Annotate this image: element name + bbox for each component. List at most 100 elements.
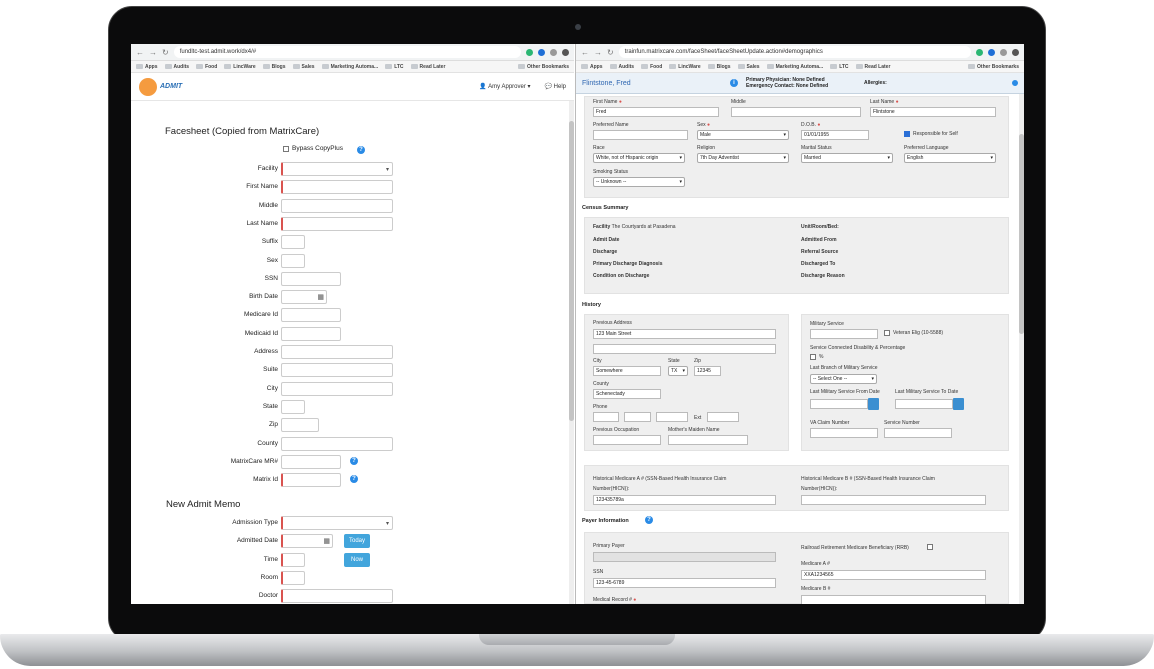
state-select[interactable]: TX bbox=[668, 366, 688, 376]
bookmark[interactable]: Blogs bbox=[262, 64, 286, 70]
right-address-bar[interactable]: trainfun.matrixcare.com/faceSheet/faceSh… bbox=[618, 46, 971, 58]
forward-icon[interactable]: → bbox=[594, 48, 602, 57]
middle-input[interactable] bbox=[731, 107, 861, 117]
ext-input[interactable] bbox=[707, 412, 739, 422]
help-icon[interactable]: ? bbox=[350, 475, 358, 484]
medicare-b-input[interactable] bbox=[801, 595, 986, 604]
field-input[interactable] bbox=[281, 589, 393, 604]
bookmark[interactable]: Sales bbox=[737, 64, 760, 70]
medicare-a-input[interactable]: XXA1234565 bbox=[801, 570, 986, 580]
patient-name[interactable]: Flintstone, Fred bbox=[582, 80, 722, 87]
bookmark[interactable]: LTC bbox=[385, 64, 404, 70]
to-date-input[interactable] bbox=[895, 399, 953, 409]
other-bookmarks[interactable]: Other Bookmarks bbox=[968, 64, 1019, 70]
last-branch-select[interactable]: -- Select One -- bbox=[810, 374, 877, 384]
city-input[interactable]: Somewhere bbox=[593, 366, 661, 376]
prev-address-2-input[interactable] bbox=[593, 344, 776, 354]
marital-select[interactable]: Married bbox=[801, 153, 893, 163]
bypass-checkbox[interactable] bbox=[283, 145, 289, 152]
field-input[interactable] bbox=[281, 381, 393, 396]
field-input[interactable]: ▦ bbox=[281, 290, 327, 305]
smoking-select[interactable]: -- Unknown -- bbox=[593, 177, 685, 187]
calendar-icon[interactable]: ▦ bbox=[323, 537, 330, 545]
profile-icon[interactable] bbox=[562, 48, 569, 56]
race-select[interactable]: White, not of Hispanic origin bbox=[593, 153, 685, 163]
bookmark[interactable]: Blogs bbox=[707, 64, 731, 70]
extension-icon[interactable] bbox=[538, 48, 545, 56]
field-input[interactable] bbox=[281, 326, 341, 341]
dob-input[interactable]: 01/01/1955 bbox=[801, 130, 869, 140]
profile-icon[interactable] bbox=[1012, 48, 1019, 56]
close-icon[interactable] bbox=[1012, 80, 1018, 86]
puzzle-icon[interactable] bbox=[1000, 48, 1007, 56]
field-input[interactable] bbox=[281, 570, 305, 585]
veteran-checkbox[interactable] bbox=[884, 330, 890, 336]
other-bookmarks[interactable]: Other Bookmarks bbox=[518, 64, 569, 70]
field-input[interactable] bbox=[281, 345, 393, 359]
extension-icon[interactable] bbox=[976, 48, 983, 56]
calendar-icon[interactable] bbox=[868, 398, 879, 410]
help-icon[interactable]: ? bbox=[350, 456, 358, 465]
left-address-bar[interactable]: fundltc-test.admit.work/dx4/# bbox=[173, 46, 521, 58]
field-input[interactable] bbox=[281, 418, 319, 433]
today-button[interactable]: Today bbox=[344, 534, 370, 549]
field-input[interactable] bbox=[281, 308, 341, 323]
calendar-icon[interactable] bbox=[953, 398, 964, 410]
phone-line-input[interactable] bbox=[656, 412, 688, 422]
last-name-input[interactable]: Flintstone bbox=[870, 107, 996, 117]
bookmark[interactable]: Food bbox=[196, 64, 217, 70]
calendar-icon[interactable]: ▦ bbox=[317, 293, 324, 301]
prev-occupation-input[interactable] bbox=[593, 435, 661, 445]
ssn-input[interactable]: 123-45-6789 bbox=[593, 578, 776, 588]
hicn-b-input[interactable] bbox=[801, 495, 986, 505]
va-claim-input[interactable] bbox=[810, 428, 878, 438]
left-scrollbar[interactable] bbox=[569, 101, 574, 604]
info-icon[interactable]: i bbox=[730, 79, 738, 87]
zip-input[interactable]: 12345 bbox=[694, 366, 721, 376]
county-input[interactable]: Schenectady bbox=[593, 389, 661, 399]
phone-area-input[interactable] bbox=[593, 412, 619, 422]
back-icon[interactable]: ← bbox=[581, 48, 589, 57]
hicn-a-input[interactable]: 123435789a bbox=[593, 495, 776, 505]
field-input[interactable] bbox=[281, 253, 305, 268]
field-input[interactable] bbox=[281, 180, 393, 195]
service-number-input[interactable] bbox=[884, 428, 952, 438]
back-icon[interactable]: ← bbox=[136, 48, 144, 57]
field-input[interactable] bbox=[281, 454, 341, 469]
language-select[interactable]: English bbox=[904, 153, 996, 163]
bookmark[interactable]: Sales bbox=[292, 64, 315, 70]
field-input[interactable] bbox=[281, 363, 393, 378]
help-icon[interactable]: ? bbox=[645, 516, 653, 524]
field-input[interactable] bbox=[281, 399, 305, 414]
help-link[interactable]: 💬 Help bbox=[545, 83, 566, 90]
bookmark[interactable]: Marketing Automa... bbox=[321, 64, 378, 70]
forward-icon[interactable]: → bbox=[149, 48, 157, 57]
bypass-copyplus[interactable]: Bypass CopyPlus bbox=[283, 145, 343, 152]
field-input[interactable] bbox=[281, 552, 305, 567]
bookmark-apps[interactable]: Apps bbox=[136, 64, 158, 70]
puzzle-icon[interactable] bbox=[550, 48, 557, 56]
religion-select[interactable]: 7th Day Adventist bbox=[697, 153, 789, 163]
first-name-input[interactable]: Fred bbox=[593, 107, 719, 117]
service-connected-checkbox[interactable] bbox=[810, 354, 816, 360]
scroll-thumb[interactable] bbox=[569, 121, 574, 421]
from-date-input[interactable] bbox=[810, 399, 868, 409]
field-input[interactable] bbox=[281, 271, 341, 286]
field-input[interactable] bbox=[281, 198, 393, 213]
bookmark[interactable]: LincWare bbox=[669, 64, 701, 70]
bookmark[interactable]: Read Later bbox=[855, 64, 890, 70]
field-input[interactable] bbox=[281, 235, 305, 250]
field-input[interactable]: ▾ bbox=[281, 162, 393, 176]
primary-payer-input[interactable] bbox=[593, 552, 776, 562]
field-input[interactable] bbox=[281, 436, 393, 451]
bookmark[interactable]: Audits bbox=[609, 64, 634, 70]
field-input[interactable] bbox=[281, 216, 393, 231]
now-button[interactable]: Now bbox=[344, 552, 370, 567]
reload-icon[interactable]: ↻ bbox=[607, 48, 614, 57]
sex-select[interactable]: Male bbox=[697, 130, 789, 140]
extension-icon[interactable] bbox=[988, 48, 995, 56]
bookmark[interactable]: LTC bbox=[830, 64, 849, 70]
responsible-checkbox[interactable] bbox=[904, 131, 910, 137]
extension-icon[interactable] bbox=[526, 48, 533, 56]
preferred-name-input[interactable] bbox=[593, 130, 688, 140]
